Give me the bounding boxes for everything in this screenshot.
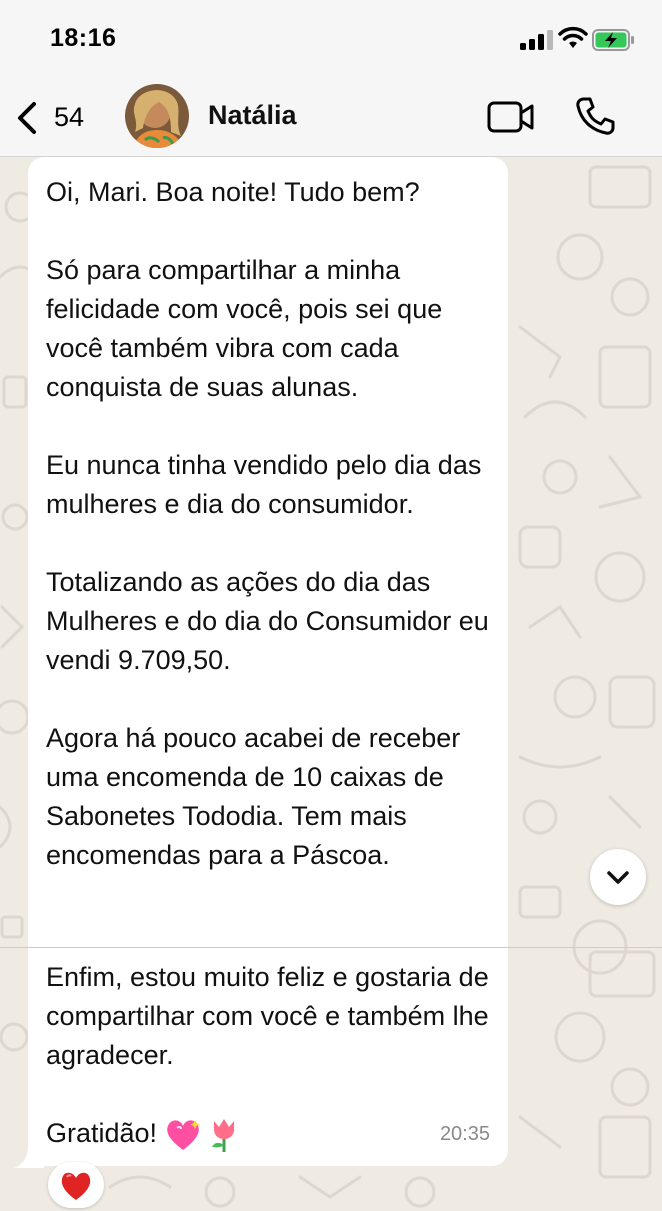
- message-paragraph: Agora há pouco acabei de receber uma enc…: [46, 723, 461, 870]
- message-bubble[interactable]: Oi, Mari. Boa noite! Tudo bem? Só para c…: [28, 157, 508, 947]
- bubble-tail: [14, 1146, 44, 1168]
- message-paragraph: Eu nunca tinha vendido pelo dia das mulh…: [46, 450, 482, 519]
- status-time: 18:16: [50, 24, 117, 52]
- avatar[interactable]: [125, 84, 189, 148]
- chat-area[interactable]: Oi, Mari. Boa noite! Tudo bem? Só para c…: [0, 157, 662, 1211]
- message-paragraph: Totalizando as ações do dia das Mulheres…: [46, 567, 489, 675]
- sparkling-heart-emoji: [166, 1119, 200, 1150]
- message-reaction[interactable]: [48, 1162, 104, 1208]
- video-call-icon[interactable]: [487, 100, 535, 134]
- message-paragraph: Oi, Mari. Boa noite! Tudo bem?: [46, 177, 420, 207]
- chevron-left-icon[interactable]: [12, 98, 42, 138]
- message-closing: Gratidão!: [46, 1118, 158, 1148]
- tulip-emoji: [212, 1118, 235, 1152]
- red-heart-emoji: [61, 1172, 91, 1200]
- message-closing-line: Gratidão!: [46, 1114, 494, 1153]
- message-paragraph: Só para compartilhar a minha felicidade …: [46, 255, 443, 402]
- wifi-icon: [558, 26, 588, 48]
- scroll-to-bottom-button[interactable]: [590, 849, 646, 905]
- unread-count[interactable]: 54: [54, 102, 84, 133]
- cellular-signal-icon: [520, 30, 553, 50]
- status-bar: 18:16: [0, 0, 662, 80]
- phone-call-icon[interactable]: [575, 96, 615, 136]
- chat-header: 54 Natália: [0, 80, 662, 157]
- chevron-down-icon: [607, 871, 629, 884]
- contact-name[interactable]: Natália: [208, 100, 297, 131]
- message-timestamp: 20:35: [439, 1123, 490, 1145]
- message-bubble-continued[interactable]: Enfim, estou muito feliz e gostaria de c…: [28, 948, 508, 1166]
- message-paragraph: Enfim, estou muito feliz e gostaria de c…: [46, 962, 489, 1070]
- battery-charging-icon: [592, 29, 634, 51]
